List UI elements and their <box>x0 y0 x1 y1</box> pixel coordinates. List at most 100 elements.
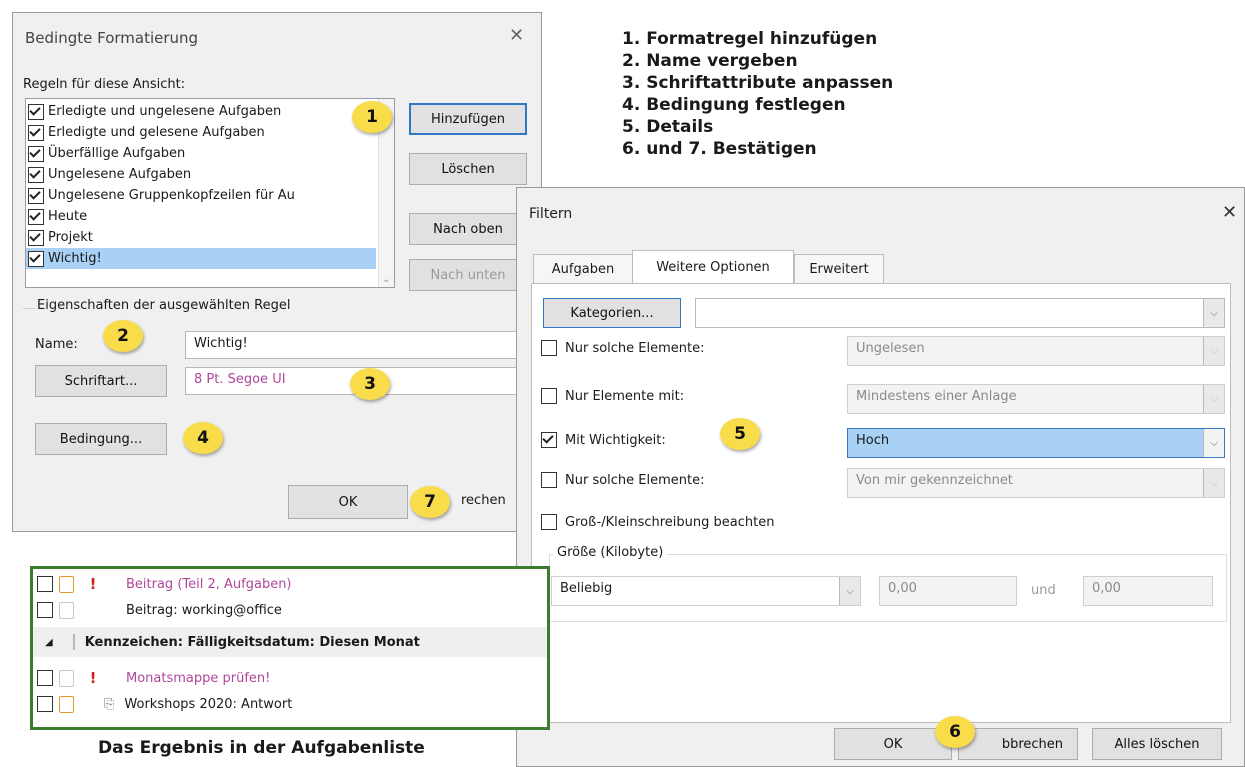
task-icon <box>59 695 74 713</box>
rule-checkbox[interactable] <box>28 166 44 183</box>
props-divider <box>23 308 35 309</box>
rule-label: Ungelesene Aufgaben <box>48 167 192 182</box>
task-row[interactable]: ! Monatsmappe prüfen! <box>33 667 270 689</box>
task-title[interactable]: Beitrag: working@office <box>126 603 282 618</box>
callout-7: 7 <box>410 486 450 518</box>
tab-weitere-optionen[interactable]: Weitere Optionen <box>632 250 794 283</box>
cancel-button[interactable]: bbrechen <box>958 728 1078 760</box>
categories-button[interactable]: Kategorien... <box>543 298 681 328</box>
cf-dialog-title: Bedingte Formatierung <box>25 29 199 47</box>
importance-high-icon: ! <box>89 575 97 593</box>
size-from-field[interactable]: 0,00 <box>879 576 1017 606</box>
rules-list[interactable]: Erledigte und ungelesene Aufgaben Erledi… <box>25 98 395 288</box>
task-checkbox[interactable] <box>37 696 53 712</box>
unread-select[interactable]: Ungelesen <box>847 336 1225 366</box>
rule-item[interactable]: Ungelesene Gruppenkopfzeilen für Au <box>26 185 394 206</box>
callout-4: 4 <box>183 422 223 454</box>
rule-checkbox[interactable] <box>28 103 44 120</box>
name-field[interactable]: Wichtig! <box>185 331 530 359</box>
move-up-button[interactable]: Nach oben <box>409 213 527 245</box>
condition-button[interactable]: Bedingung... <box>35 423 167 455</box>
rule-item[interactable]: Projekt <box>26 227 394 248</box>
task-row[interactable]: ! Beitrag (Teil 2, Aufgaben) <box>33 573 292 595</box>
chevron-down-icon[interactable]: ⌄ <box>382 274 390 285</box>
task-title[interactable]: Beitrag (Teil 2, Aufgaben) <box>126 577 292 592</box>
attachments-select[interactable]: Mindestens einer Anlage <box>847 384 1225 414</box>
step-1: 1. Formatregel hinzufügen <box>622 29 878 49</box>
chevron-down-icon[interactable]: ⌵ <box>1203 469 1224 497</box>
rule-checkbox[interactable] <box>28 229 44 246</box>
row-unread: Nur solche Elemente: <box>541 340 705 356</box>
rule-label: Erledigte und ungelesene Aufgaben <box>48 104 282 119</box>
rules-label: Regeln für diese Ansicht: <box>23 77 186 92</box>
task-checkbox[interactable] <box>37 602 53 618</box>
task-row[interactable]: Beitrag: working@office <box>33 599 282 621</box>
conditional-formatting-dialog: Bedingte Formatierung ✕ Regeln für diese… <box>12 12 542 532</box>
rule-item[interactable]: Überfällige Aufgaben <box>26 143 394 164</box>
size-group-label: Größe (Kilobyte) <box>553 545 668 560</box>
task-checkbox[interactable] <box>37 670 53 686</box>
row-attachments: Nur Elemente mit: <box>541 388 684 404</box>
name-label: Name: <box>35 337 78 352</box>
task-checkbox[interactable] <box>37 576 53 592</box>
flagged-checkbox[interactable] <box>541 472 557 488</box>
flag-icon <box>72 634 75 650</box>
chevron-down-icon[interactable]: ⌵ <box>839 577 860 605</box>
chevron-down-icon[interactable]: ⌵ <box>1203 429 1224 457</box>
case-checkbox[interactable] <box>541 514 557 530</box>
unread-label: Nur solche Elemente: <box>565 340 705 356</box>
task-title[interactable]: Workshops 2020: Antwort <box>124 697 292 712</box>
rule-label: Projekt <box>48 230 93 245</box>
rule-item[interactable]: Erledigte und ungelesene Aufgaben <box>26 101 394 122</box>
move-down-button[interactable]: Nach unten <box>409 259 527 291</box>
font-button[interactable]: Schriftart... <box>35 365 167 397</box>
tab-aufgaben[interactable]: Aufgaben <box>533 254 633 284</box>
unread-checkbox[interactable] <box>541 340 557 356</box>
close-icon[interactable]: ✕ <box>509 25 524 46</box>
flagged-select[interactable]: Von mir gekennzeichnet <box>847 468 1225 498</box>
delete-rule-button[interactable]: Löschen <box>409 153 527 185</box>
result-caption: Das Ergebnis in der Aufgabenliste <box>98 738 425 758</box>
rule-label: Wichtig! <box>48 251 102 266</box>
rule-checkbox[interactable] <box>28 145 44 162</box>
rule-checkbox[interactable] <box>28 208 44 225</box>
cancel-button-partial[interactable]: rechen <box>461 493 506 508</box>
size-to-field[interactable]: 0,00 <box>1083 576 1213 606</box>
rule-item[interactable]: Heute <box>26 206 394 227</box>
task-row[interactable]: ⎘ Workshops 2020: Antwort <box>33 693 292 715</box>
categories-field[interactable] <box>695 298 1225 328</box>
importance-checkbox[interactable] <box>541 432 557 448</box>
rule-checkbox[interactable] <box>28 124 44 141</box>
row-flagged: Nur solche Elemente: <box>541 472 705 488</box>
step-4: 4. Bedingung festlegen <box>622 95 846 115</box>
task-assigned-icon <box>59 669 74 687</box>
rule-item[interactable]: Ungelesene Aufgaben <box>26 164 394 185</box>
rule-label: Überfällige Aufgaben <box>48 146 186 161</box>
importance-label: Mit Wichtigkeit: <box>565 432 666 448</box>
add-rule-button[interactable]: Hinzufügen <box>409 103 527 135</box>
callout-3: 3 <box>350 368 390 400</box>
step-3: 3. Schriftattribute anpassen <box>622 73 894 93</box>
filter-dialog: Filtern ✕ Aufgaben Weitere Optionen Erwe… <box>516 187 1245 767</box>
importance-high-icon: ! <box>89 669 97 687</box>
size-select[interactable]: Beliebig <box>551 576 861 606</box>
attachments-checkbox[interactable] <box>541 388 557 404</box>
chevron-down-icon[interactable]: ⌵ <box>1203 337 1224 365</box>
tab-erweitert[interactable]: Erweitert <box>794 254 884 284</box>
chevron-down-icon[interactable]: ⌵ <box>1203 385 1224 413</box>
callout-6: 6 <box>935 716 975 748</box>
rule-checkbox[interactable] <box>28 250 44 267</box>
close-icon[interactable]: ✕ <box>1222 202 1237 223</box>
collapse-triangle-icon[interactable]: ◢ <box>45 637 53 648</box>
importance-select[interactable]: Hoch <box>847 428 1225 458</box>
clear-all-button[interactable]: Alles löschen <box>1092 728 1222 760</box>
rule-checkbox[interactable] <box>28 187 44 204</box>
ok-button[interactable]: OK <box>288 485 408 519</box>
group-header[interactable]: ◢ Kennzeichen: Fälligkeitsdatum: Diesen … <box>33 627 547 657</box>
rule-item[interactable]: Erledigte und gelesene Aufgaben <box>26 122 394 143</box>
rule-item-selected[interactable]: Wichtig! <box>26 248 376 269</box>
task-assigned-icon <box>59 601 74 619</box>
task-title[interactable]: Monatsmappe prüfen! <box>126 671 270 686</box>
result-task-list: ! Beitrag (Teil 2, Aufgaben) Beitrag: wo… <box>30 566 550 730</box>
chevron-down-icon[interactable]: ⌵ <box>1203 299 1224 327</box>
